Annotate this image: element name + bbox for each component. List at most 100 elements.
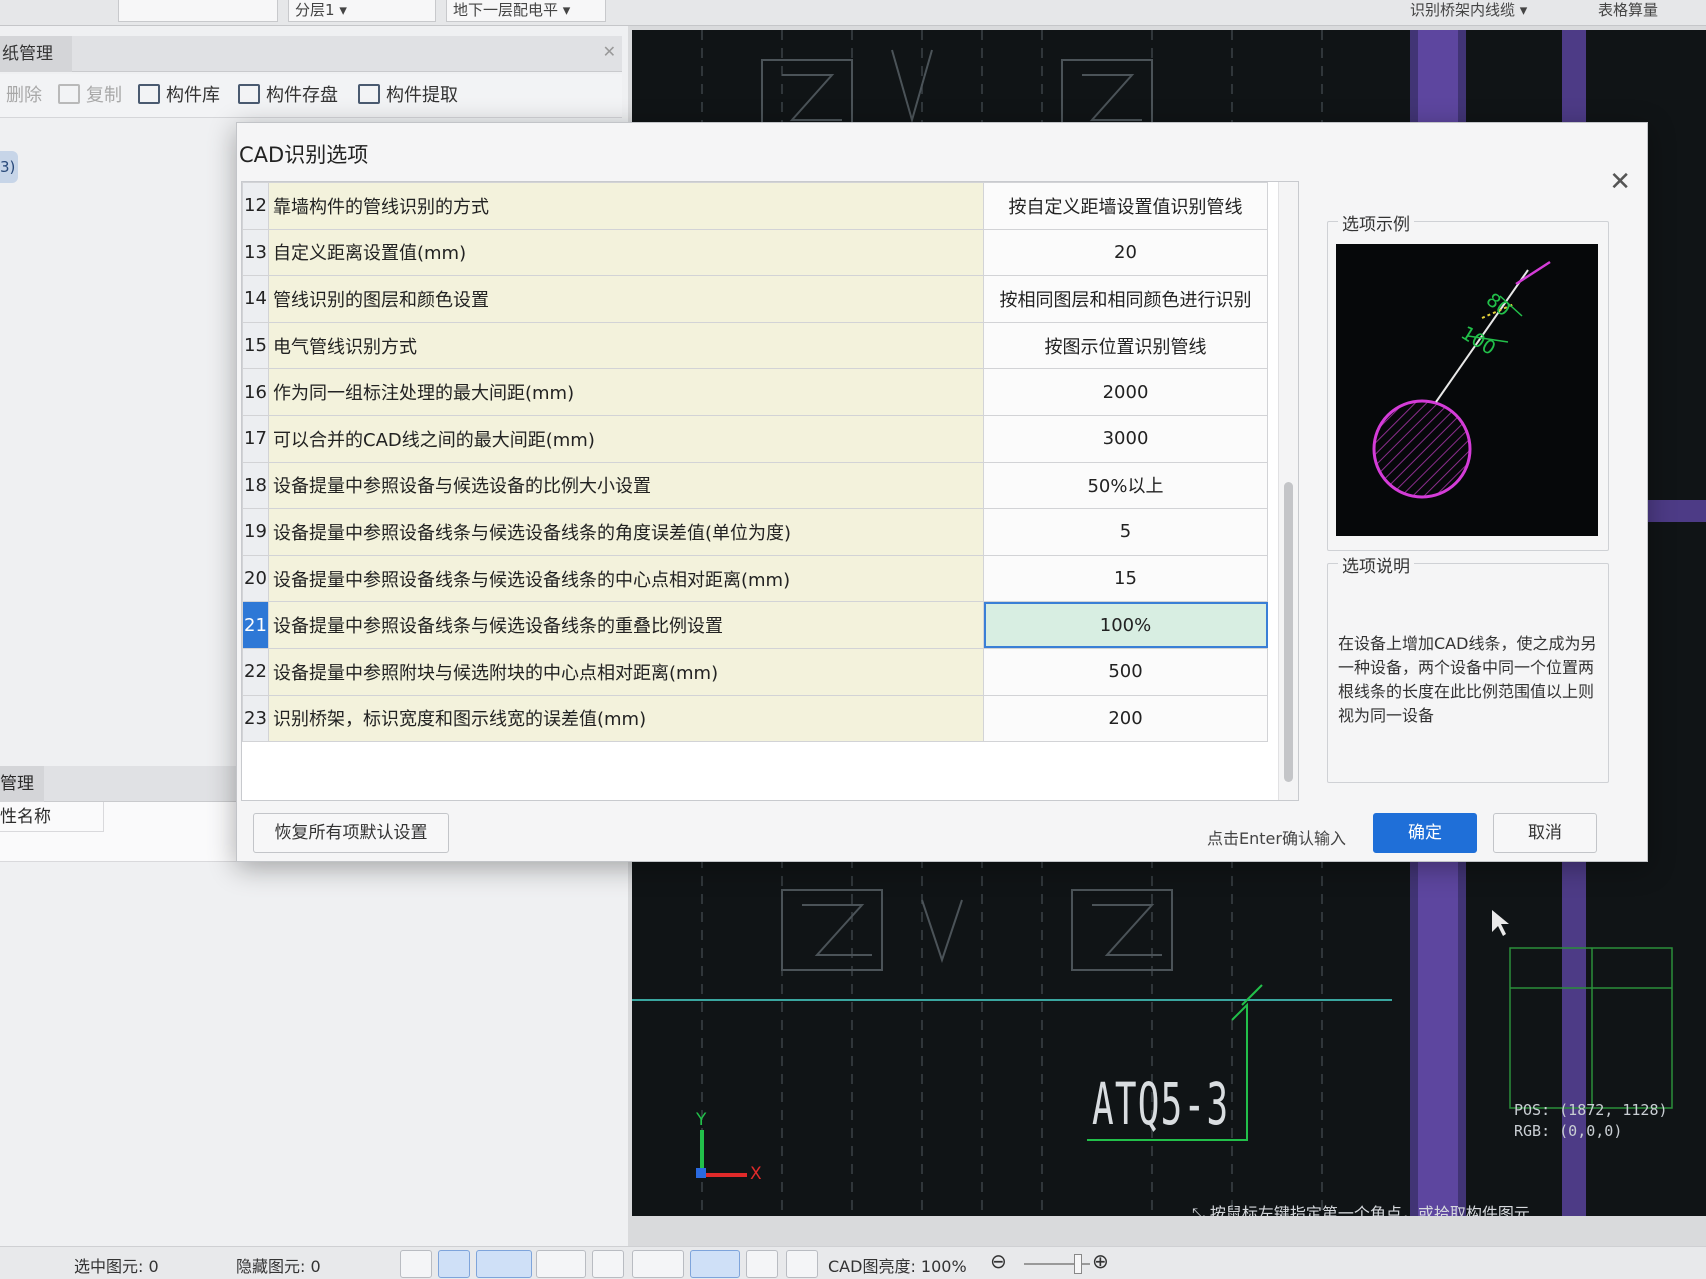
table-quantity-button[interactable]: 表格算量 bbox=[1598, 0, 1658, 20]
corner-select-icon: ⤡ bbox=[1192, 1204, 1205, 1216]
options-table: 12 靠墙构件的管线识别的方式 按自定义距墙设置值识别管线 13 自定义距离设置值(mm… bbox=[242, 182, 1268, 743]
drawing-select[interactable]: 地下一层配电平 ▾ bbox=[446, 0, 606, 22]
option-value[interactable]: 2000 bbox=[983, 368, 1268, 416]
option-name: 自定义距离设置值(mm) bbox=[268, 228, 984, 277]
option-row-number: 14 bbox=[242, 275, 269, 323]
option-row[interactable]: 23 识别桥架，标识宽度和图示线宽的误差值(mm) 200 bbox=[242, 694, 1268, 743]
option-value[interactable]: 20 bbox=[983, 228, 1268, 277]
scrollbar-thumb[interactable] bbox=[1284, 482, 1293, 782]
delete-button[interactable]: 删除 bbox=[6, 83, 42, 109]
close-icon[interactable]: ✕ bbox=[1609, 167, 1631, 197]
component-extract-icon bbox=[358, 84, 380, 104]
option-name: 靠墙构件的管线识别的方式 bbox=[268, 182, 984, 230]
option-name: 电气管线识别方式 bbox=[268, 321, 984, 370]
option-row[interactable]: 15 电气管线识别方式 按图示位置识别管线 bbox=[242, 321, 1268, 370]
cursor-readout: POS: (1872, 1128) RGB: (0,0,0) bbox=[1514, 1100, 1668, 1142]
option-row[interactable]: 19 设备提量中参照设备线条与候选设备线条的角度误差值(单位为度) 5 bbox=[242, 508, 1268, 556]
option-row[interactable]: 14 管线识别的图层和颜色设置 按相同图层和相同颜色进行识别 bbox=[242, 275, 1268, 323]
option-value[interactable]: 200 bbox=[983, 694, 1268, 743]
option-value[interactable]: 5 bbox=[983, 508, 1268, 556]
restore-defaults-button[interactable]: 恢复所有项默认设置 bbox=[253, 813, 449, 853]
floor-select[interactable]: 分层1 ▾ bbox=[288, 0, 436, 22]
screenshot-button[interactable] bbox=[746, 1250, 778, 1278]
pos-value: (1872, 1128) bbox=[1559, 1101, 1668, 1119]
option-value[interactable]: 50%以上 bbox=[983, 461, 1268, 510]
description-legend: 选项说明 bbox=[1338, 552, 1414, 577]
option-value[interactable]: 按自定义距墙设置值识别管线 bbox=[983, 182, 1268, 230]
ortho-button[interactable] bbox=[438, 1250, 470, 1278]
ok-button[interactable]: 确定 bbox=[1373, 813, 1477, 853]
tab-property-management[interactable]: 管理 bbox=[0, 766, 44, 802]
cross-select-button[interactable] bbox=[592, 1250, 624, 1278]
grid-snap-button[interactable] bbox=[400, 1250, 432, 1278]
rgb-label: RGB: bbox=[1514, 1122, 1551, 1140]
option-value[interactable]: 100% bbox=[983, 601, 1268, 649]
tab-drawing-management[interactable]: 纸管理 bbox=[0, 36, 72, 72]
option-row[interactable]: 12 靠墙构件的管线识别的方式 按自定义距墙设置值识别管线 bbox=[242, 182, 1268, 230]
selection-mode-button[interactable] bbox=[476, 1250, 532, 1278]
angle-snap-button[interactable] bbox=[632, 1250, 684, 1278]
component-save-icon bbox=[238, 84, 260, 104]
drawing-value: 地下一层配电平 bbox=[453, 1, 559, 19]
grid-scrollbar[interactable] bbox=[1278, 182, 1298, 800]
zoom-in-icon[interactable]: ⊕ bbox=[1092, 1249, 1109, 1273]
example-preview: 80 100 bbox=[1336, 244, 1598, 536]
option-name: 管线识别的图层和颜色设置 bbox=[268, 275, 984, 323]
hidden-count: 隐藏图元: 0 bbox=[236, 1257, 321, 1276]
example-diagram bbox=[1372, 260, 1551, 499]
copy-button[interactable]: 复制 bbox=[58, 83, 122, 109]
option-value[interactable]: 3000 bbox=[983, 414, 1268, 463]
top-toolbar: 分层1 ▾ 地下一层配电平 ▾ 识别桥架内线缆 ▾ 表格算量 bbox=[0, 0, 1706, 26]
option-row-number: 20 bbox=[242, 554, 269, 603]
option-row-number: 19 bbox=[242, 508, 269, 556]
brightness-slider-handle[interactable] bbox=[1074, 1254, 1082, 1274]
option-row-number: 22 bbox=[242, 647, 269, 696]
component-toolbar: 删除 复制 构件库 构件存盘 构件提取 bbox=[0, 74, 622, 118]
option-row[interactable]: 20 设备提量中参照设备线条与候选设备线条的中心点相对距离(mm) 15 bbox=[242, 554, 1268, 603]
option-row[interactable]: 22 设备提量中参照附块与候选附块的中心点相对距离(mm) 500 bbox=[242, 647, 1268, 696]
copy-icon bbox=[58, 84, 80, 104]
description-panel: 选项说明 在设备上增加CAD线条，使之成为另一种设备，两个设备中同一个位置两根线… bbox=[1327, 552, 1609, 783]
axis-x-label: X bbox=[750, 1164, 762, 1184]
selected-count: 选中图元: 0 bbox=[74, 1257, 159, 1276]
option-value[interactable]: 500 bbox=[983, 647, 1268, 696]
option-row-number: 12 bbox=[242, 182, 269, 230]
option-name: 作为同一组标注处理的最大间距(mm) bbox=[268, 368, 984, 416]
close-icon[interactable]: ✕ bbox=[603, 42, 616, 61]
recognize-cable-label: 识别桥架内线缆 bbox=[1410, 1, 1516, 19]
component-save-button[interactable]: 构件存盘 bbox=[238, 83, 338, 109]
option-row-number: 15 bbox=[242, 321, 269, 370]
example-legend: 选项示例 bbox=[1338, 210, 1414, 235]
axis-y-label: Y bbox=[696, 1110, 707, 1130]
cancel-button[interactable]: 取消 bbox=[1493, 813, 1597, 853]
chevron-down-icon: ▾ bbox=[562, 1, 571, 19]
command-hint-text: 按鼠标左键指定第一个角点，或拾取构件图元 bbox=[1209, 1204, 1530, 1216]
option-name: 可以合并的CAD线之间的最大间距(mm) bbox=[268, 414, 984, 463]
component-library-button[interactable]: 构件库 bbox=[138, 83, 220, 109]
option-row[interactable]: 17 可以合并的CAD线之间的最大间距(mm) 3000 bbox=[242, 414, 1268, 463]
tree-node-tag[interactable]: 3) bbox=[0, 151, 18, 183]
dialog-title: CAD识别选项 bbox=[239, 143, 369, 167]
zoom-out-icon[interactable]: ⊖ bbox=[990, 1249, 1007, 1273]
cad-recognition-options-dialog: CAD识别选项 ✕ 12 靠墙构件的管线识别的方式 按自定义距墙设置值识别管线 13 自… bbox=[236, 122, 1648, 862]
option-row[interactable]: 18 设备提量中参照设备与候选设备的比例大小设置 50%以上 bbox=[242, 461, 1268, 510]
option-row[interactable]: 13 自定义距离设置值(mm) 20 bbox=[242, 228, 1268, 277]
component-extract-button[interactable]: 构件提取 bbox=[358, 83, 458, 109]
example-panel: 选项示例 80 100 bbox=[1327, 210, 1609, 551]
option-value[interactable]: 15 bbox=[983, 554, 1268, 603]
option-value[interactable]: 按相同图层和相同颜色进行识别 bbox=[983, 275, 1268, 323]
3d-view-button[interactable] bbox=[536, 1250, 586, 1278]
option-row[interactable]: 21 设备提量中参照设备线条与候选设备线条的重叠比例设置 100% bbox=[242, 601, 1268, 649]
point-snap-button[interactable] bbox=[690, 1250, 740, 1278]
dynamic-input-button[interactable] bbox=[786, 1250, 818, 1278]
component-library-label: 构件库 bbox=[166, 85, 220, 106]
option-row-number: 13 bbox=[242, 228, 269, 277]
recognize-cable-menu[interactable]: 识别桥架内线缆 ▾ bbox=[1410, 0, 1527, 20]
option-name: 设备提量中参照设备线条与候选设备线条的重叠比例设置 bbox=[268, 601, 984, 649]
option-row-number: 21 bbox=[242, 601, 269, 649]
option-row[interactable]: 16 作为同一组标注处理的最大间距(mm) 2000 bbox=[242, 368, 1268, 416]
enter-hint: 点击Enter确认输入 bbox=[1207, 829, 1346, 848]
option-name: 设备提量中参照设备线条与候选设备线条的角度误差值(单位为度) bbox=[268, 508, 984, 556]
floor-type-select[interactable] bbox=[118, 0, 278, 22]
option-value[interactable]: 按图示位置识别管线 bbox=[983, 321, 1268, 370]
